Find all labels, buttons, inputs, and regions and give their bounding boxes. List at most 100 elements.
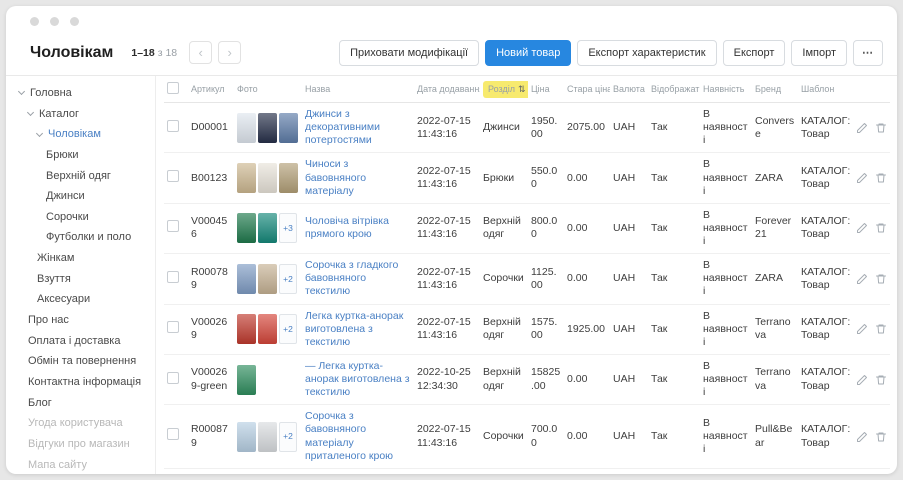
row-article: V000269-green [188, 361, 234, 397]
row-price: 800.00 [528, 210, 564, 246]
row-template-value: КАТАЛОГ: Товар [798, 110, 858, 146]
sidebar-item-aksesuary[interactable]: Аксесуари [6, 289, 155, 310]
delete-icon[interactable] [875, 222, 887, 234]
product-name-link[interactable]: Чоловіча вітрівка прямого крою [305, 215, 389, 240]
sidebar-item-zhinkam[interactable]: Жінкам [6, 248, 155, 269]
chevron-down-icon [36, 130, 43, 137]
column-header-article[interactable]: Артикул [188, 84, 234, 94]
row-old-price: 0.00 [564, 425, 610, 448]
window-maximize-button[interactable] [70, 17, 79, 26]
sort-icon[interactable]: ⇅ [518, 84, 526, 95]
more-photos-badge[interactable]: +2 [279, 314, 297, 344]
column-header-price[interactable]: Ціна [528, 84, 564, 94]
row-checkbox[interactable] [167, 120, 179, 132]
sidebar-item-obmin-ta-povernennia[interactable]: Обмін та повернення [6, 351, 155, 372]
more-actions-button[interactable]: ⋯ [853, 40, 883, 66]
column-header-date-added[interactable]: Дата додавання [414, 84, 480, 94]
column-header-template: Шаблон [798, 84, 858, 94]
row-template-value: КАТАЛОГ: Товар [798, 160, 858, 196]
window-close-button[interactable] [30, 17, 39, 26]
edit-icon[interactable] [856, 122, 868, 134]
sidebar-item-pro-nas[interactable]: Про нас [6, 310, 155, 331]
delete-icon[interactable] [875, 122, 887, 134]
window-minimize-button[interactable] [50, 17, 59, 26]
row-checkbox[interactable] [167, 271, 179, 283]
row-time: 11:43:16 [417, 279, 477, 292]
delete-icon[interactable] [875, 323, 887, 335]
row-template-value: КАТАЛОГ: Товар [798, 361, 858, 397]
sidebar-item-dzhynsy[interactable]: Джинси [6, 186, 155, 207]
delete-icon[interactable] [875, 374, 887, 386]
sidebar-item-briuky[interactable]: Брюки [6, 145, 155, 166]
edit-icon[interactable] [856, 273, 868, 285]
sidebar-item-uhoda-korystuvacha[interactable]: Угода користувача [6, 413, 155, 434]
row-time: 11:43:16 [417, 437, 477, 450]
product-name-link[interactable]: — Легка куртка-анорак виготовлена з текс… [305, 360, 410, 398]
sidebar: ГоловнаКаталогЧоловікамБрюкиВерхній одяг… [6, 76, 156, 474]
product-photo [237, 264, 256, 294]
product-photo [237, 422, 256, 452]
column-header-currency: Валюта [610, 84, 648, 94]
row-template-value: КАТАЛОГ: Товар [798, 210, 858, 246]
prev-page-button[interactable]: ‹ [189, 41, 212, 64]
row-old-price: 1925.00 [564, 318, 610, 341]
column-header-category[interactable]: Розділ ⇅ [480, 81, 528, 98]
delete-icon[interactable] [875, 273, 887, 285]
hide-modifications-button[interactable]: Приховати модифікації [339, 40, 479, 66]
row-availability: В наявності [700, 103, 752, 152]
edit-icon[interactable] [856, 431, 868, 443]
product-name-link[interactable]: Сорочка з гладкого бавовняного текстилю [305, 259, 398, 297]
row-checkbox[interactable] [167, 321, 179, 333]
next-page-button[interactable]: › [218, 41, 241, 64]
import-button[interactable]: Імпорт [791, 40, 847, 66]
more-photos-badge[interactable]: +3 [279, 213, 297, 243]
edit-icon[interactable] [856, 172, 868, 184]
sidebar-item-vzuttia[interactable]: Взуття [6, 269, 155, 290]
export-characteristics-button[interactable]: Експорт характеристик [577, 40, 716, 66]
table-row: R000879 +2 Сорочка з бавовняного матеріа… [164, 405, 890, 469]
select-all-checkbox[interactable] [167, 82, 179, 94]
sidebar-item-mapa-saitu[interactable]: Мапа сайту [6, 455, 155, 474]
row-old-price: 0.00 [564, 368, 610, 391]
row-checkbox[interactable] [167, 220, 179, 232]
product-name-link[interactable]: Сорочка з бавовняного матеріалу притален… [305, 410, 393, 461]
row-name-cell: Джинси з декоративними потертостями [302, 103, 414, 152]
sidebar-item-futbolky-i-polo[interactable]: Футболки и поло [6, 227, 155, 248]
sidebar-item-sorochky[interactable]: Сорочки [6, 207, 155, 228]
delete-icon[interactable] [875, 431, 887, 443]
sidebar-item-bloh[interactable]: Блог [6, 393, 155, 414]
row-photos: +2 [234, 473, 302, 474]
row-article: R000879 [188, 418, 234, 454]
product-name-link[interactable]: Джинси з декоративними потертостями [305, 108, 380, 146]
column-header-old-price[interactable]: Стара ціна [564, 84, 610, 94]
edit-icon[interactable] [856, 323, 868, 335]
more-photos-badge[interactable]: +2 [279, 422, 297, 452]
column-header-name[interactable]: Назва [302, 84, 414, 94]
sidebar-item-cholovikam[interactable]: Чоловікам [6, 124, 155, 145]
screen-background: Чоловікам 1–18з 18 ‹ › Приховати модифік… [0, 0, 903, 480]
sidebar-item-vidhuky-pro-mahazyn[interactable]: Відгуки про магазин [6, 434, 155, 455]
row-checkbox[interactable] [167, 170, 179, 182]
new-product-button[interactable]: Новий товар [485, 40, 571, 66]
sidebar-item-label: Оплата і доставка [28, 335, 120, 348]
sidebar-item-verkhnii-odiah[interactable]: Верхній одяг [6, 166, 155, 187]
edit-icon[interactable] [856, 374, 868, 386]
delete-icon[interactable] [875, 172, 887, 184]
row-date: 2022-07-15 [417, 165, 477, 178]
sidebar-item-kataloh[interactable]: Каталог [6, 104, 155, 125]
sidebar-item-label: Взуття [37, 273, 71, 286]
edit-icon[interactable] [856, 222, 868, 234]
row-category: Сорочки [480, 425, 528, 448]
export-button[interactable]: Експорт [723, 40, 786, 66]
row-checkbox[interactable] [167, 372, 179, 384]
row-checkbox[interactable] [167, 428, 179, 440]
more-photos-badge[interactable]: +2 [279, 264, 297, 294]
sidebar-item-oplata-i-dostavka[interactable]: Оплата і доставка [6, 331, 155, 352]
product-name-link[interactable]: Легка куртка-анорак виготовлена з тексти… [305, 310, 403, 348]
sidebar-item-holovna[interactable]: Головна [6, 83, 155, 104]
row-article: R000789 [188, 261, 234, 297]
product-name-link[interactable]: Чиноси з бавовняного матеріалу [305, 158, 366, 196]
row-date: 2022-07-15 [417, 423, 477, 436]
sidebar-item-kontaktna-informatsiia[interactable]: Контактна інформація [6, 372, 155, 393]
app-window: Чоловікам 1–18з 18 ‹ › Приховати модифік… [6, 6, 897, 474]
